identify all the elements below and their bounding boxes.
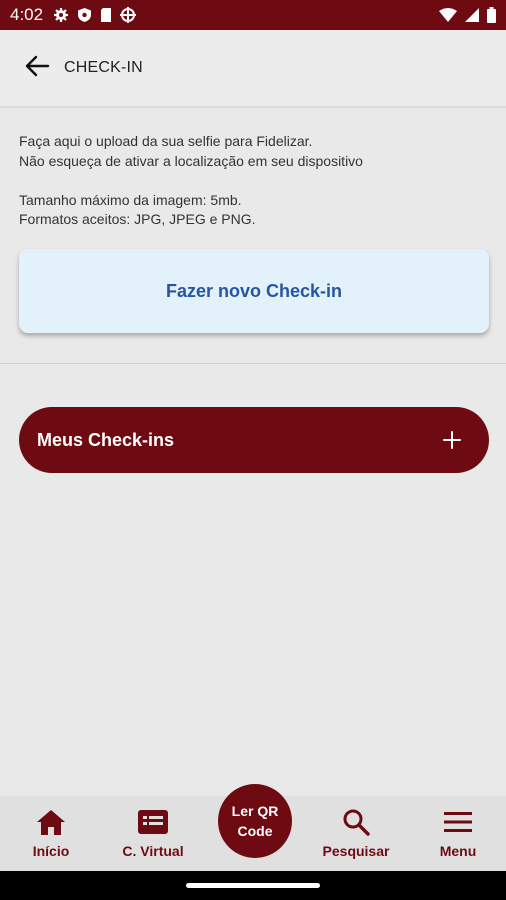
status-icons [53,7,137,23]
nav-label: Menu [439,843,477,859]
system-nav-bar [0,871,506,900]
nav-item-pesquisar[interactable]: Pesquisar [318,796,394,871]
home-gesture-handle[interactable] [186,883,320,888]
nav-label: Pesquisar [322,843,390,859]
nav-label: Início [32,843,70,859]
max-size-text: Tamanho máximo da imagem: 5mb. [19,191,242,208]
qr-label-line2: Code [237,823,273,839]
plus-icon [443,431,461,449]
nav-item-inicio[interactable]: Início [18,796,84,871]
nav-item-c-virtual[interactable]: C. Virtual [114,796,192,871]
search-icon [342,808,370,836]
instruction-line: Faça aqui o upload da sua selfie para Fi… [19,133,313,149]
my-checkins-button[interactable]: Meus Check-ins [19,407,489,473]
instruction-line: Não esqueça de ativar a localização em s… [19,152,363,169]
status-bar: 4:02 [0,0,506,30]
home-icon [36,808,66,836]
nav-item-menu[interactable]: Menu [428,796,488,871]
scan-qr-button[interactable]: Ler QR Code [218,784,292,858]
hamburger-icon [443,808,473,836]
sim-card-icon [100,7,112,23]
status-right [439,7,496,23]
new-checkin-label: Fazer novo Check-in [165,280,343,301]
nav-label: C. Virtual [122,843,184,859]
shield-icon [77,7,92,23]
new-checkin-button[interactable]: Fazer novo Check-in [19,249,489,333]
upload-instructions: Faça aqui o upload da sua selfie para Fi… [19,132,489,230]
divider [0,363,506,364]
accepted-formats-text: Formatos aceitos: JPG, JPEG e PNG. [19,211,256,227]
back-button[interactable] [22,53,52,83]
app-bar: CHECK-IN [0,30,506,108]
status-time: 4:02 [10,5,44,24]
my-checkins-label: Meus Check-ins [37,429,175,450]
page-title: CHECK-IN [64,59,143,76]
gear-icon [53,7,69,23]
wifi-icon [439,8,457,22]
battery-icon [487,7,496,23]
arrow-left-icon [24,55,50,82]
signal-icon [465,8,479,22]
crosshair-icon [120,7,137,23]
qr-label-line1: Ler QR [231,803,279,819]
card-icon [137,808,169,836]
